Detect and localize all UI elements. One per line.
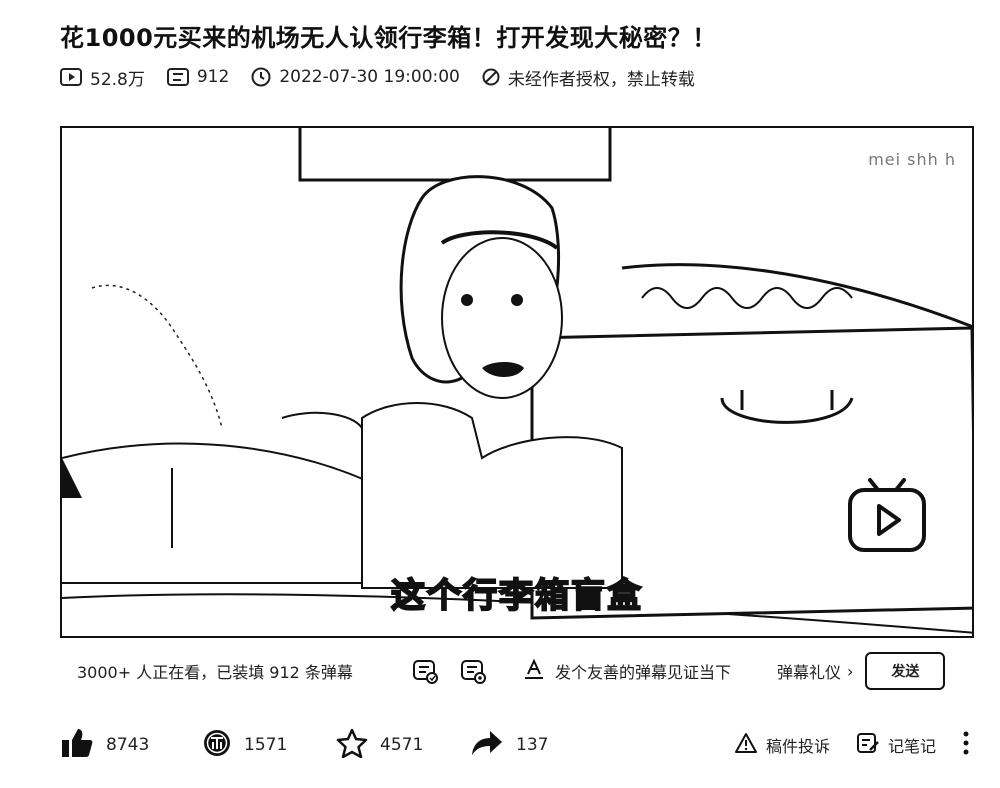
- danmaku-input[interactable]: 发个友善的弹幕见证当下: [523, 658, 753, 684]
- text-style-icon[interactable]: [523, 658, 545, 684]
- like-count: 8743: [106, 735, 150, 755]
- view-count: 52.8万: [60, 65, 145, 90]
- share-button[interactable]: 137: [470, 729, 590, 762]
- clock-icon: [251, 67, 271, 87]
- danmaku-list-icon: [166, 68, 189, 86]
- bilibili-tv-icon: [846, 474, 928, 558]
- copyright-notice: 未经作者授权，禁止转载: [482, 65, 695, 90]
- view-count-text: 52.8万: [90, 69, 145, 90]
- danmaku-settings-icon[interactable]: [459, 657, 487, 685]
- video-watermark: mei shh h: [868, 150, 956, 169]
- video-frame: [62, 128, 972, 634]
- publish-time: 2022-07-30 19:00:00: [251, 67, 460, 87]
- danmaku-bar: 3000+ 人正在看，已装填 912 条弹幕 发个友善的弹幕见证当下 弹幕礼仪 …: [60, 648, 960, 694]
- etiquette-label: 弹幕礼仪: [777, 663, 842, 682]
- chevron-right-icon: ›: [847, 661, 854, 681]
- video-meta: 52.8万 912 2022-07-30 19:00:00 未经作者授权，禁止转…: [60, 64, 695, 90]
- viewers-text: 3000+ 人正在看，已装填 912 条弹幕: [77, 663, 353, 682]
- action-bar: 8743 1571 4571 137 稿件投诉 记笔记: [60, 722, 970, 768]
- secondary-actions: 稿件投诉 记笔记: [734, 731, 970, 760]
- video-title: 花1000元买来的机场无人认领行李箱！打开发现大秘密？！: [60, 24, 717, 52]
- report-label: 稿件投诉: [765, 737, 830, 756]
- more-button[interactable]: [962, 731, 970, 760]
- copyright-text: 未经作者授权，禁止转载: [507, 69, 695, 90]
- notes-button[interactable]: 记笔记: [856, 732, 936, 758]
- danmaku-toggle-icon[interactable]: [411, 657, 439, 685]
- share-count: 137: [516, 735, 549, 755]
- danmaku-count-text: 912: [196, 67, 230, 87]
- favorite-button[interactable]: 4571: [336, 728, 456, 763]
- publish-time-text: 2022-07-30 19:00:00: [279, 67, 460, 87]
- note-edit-icon: [856, 732, 880, 758]
- like-button[interactable]: 8743: [60, 727, 180, 764]
- coin-count: 1571: [244, 735, 288, 755]
- danmaku-count: 912: [166, 67, 230, 87]
- no-entry-icon: [482, 68, 500, 86]
- video-subtitle: 这个行李箱盲盒: [390, 575, 643, 617]
- coin-icon: [202, 728, 232, 763]
- send-danmaku-button[interactable]: 发送: [865, 652, 946, 690]
- coin-button[interactable]: 1571: [202, 728, 322, 763]
- danmaku-etiquette-link[interactable]: 弹幕礼仪 ›: [777, 659, 853, 683]
- share-arrow-icon: [470, 729, 504, 762]
- danmaku-input-placeholder: 发个友善的弹幕见证当下: [555, 663, 732, 682]
- notes-label: 记笔记: [887, 737, 936, 756]
- more-vertical-icon: [962, 731, 970, 760]
- star-icon: [336, 728, 368, 763]
- video-player[interactable]: mei shh h 这个行李箱盲盒: [60, 126, 974, 638]
- report-button[interactable]: 稿件投诉: [734, 732, 830, 758]
- warning-icon: [734, 732, 758, 758]
- play-box-icon: [60, 68, 82, 86]
- thumbs-up-icon: [60, 727, 94, 764]
- favorite-count: 4571: [380, 735, 424, 755]
